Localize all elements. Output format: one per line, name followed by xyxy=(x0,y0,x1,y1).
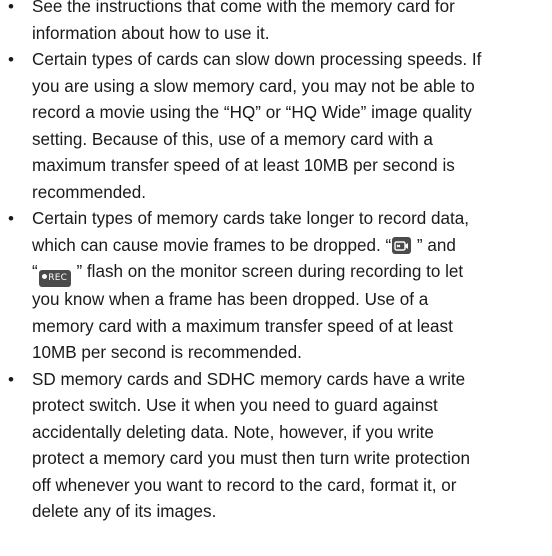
notes-list: • See the instructions that come with th… xyxy=(0,0,552,526)
text-line: information about how to use it. xyxy=(32,23,270,43)
text-line: setting. Because of this, use of a memor… xyxy=(32,129,433,149)
text-line: memory card with a maximum transfer spee… xyxy=(32,316,453,336)
bullet-icon: • xyxy=(8,209,14,228)
text-line: 10MB per second is recommended. xyxy=(32,343,302,362)
list-item: • Certain types of cards can slow down p… xyxy=(0,47,552,206)
text-fragment: ” and xyxy=(412,235,456,255)
text-line: you are using a slow memory card, you ma… xyxy=(32,76,475,96)
text-line: delete any of its images. xyxy=(32,502,217,521)
text-fragment: which can cause movie frames to be dropp… xyxy=(32,235,392,255)
camera-frame-drop-icon xyxy=(392,236,412,254)
bullet-icon: • xyxy=(8,50,14,69)
text-line: “ REC ” flash on the monitor screen durin… xyxy=(32,259,552,287)
text-line: maximum transfer speed of at least 10MB … xyxy=(32,156,455,175)
text-line: SD memory cards and SDHC memory cards ha… xyxy=(32,369,466,389)
text-line: Certain types of memory cards take longe… xyxy=(32,209,470,228)
text-line: off whenever you want to record to the c… xyxy=(32,475,457,495)
text-fragment: ” flash on the monitor screen during rec… xyxy=(71,262,464,281)
list-item: • See the instructions that come with th… xyxy=(0,0,552,47)
rec-dot-icon xyxy=(42,274,48,279)
rec-label: REC xyxy=(48,273,68,283)
text-fragment: “ xyxy=(32,262,38,281)
bullet-icon: • xyxy=(8,369,14,389)
text-line: recommended. xyxy=(32,182,147,202)
text-line: which can cause movie frames to be dropp… xyxy=(32,233,552,260)
text-line: See the instructions that come with the … xyxy=(32,0,455,16)
list-item: • SD memory cards and SDHC memory cards … xyxy=(0,367,552,526)
text-line: protect a memory card you must then turn… xyxy=(32,449,470,468)
bullet-icon: • xyxy=(8,0,14,16)
text-line: protect switch. Use it when you need to … xyxy=(32,396,438,415)
text-line: accidentally deleting data. Note, howeve… xyxy=(32,422,434,442)
rec-indicator-icon: REC xyxy=(38,270,71,287)
list-item: • Certain types of memory cards take lon… xyxy=(0,206,552,367)
document-body: • See the instructions that come with th… xyxy=(0,0,552,526)
text-line: you know when a frame has been dropped. … xyxy=(32,290,429,309)
text-line: Certain types of cards can slow down pro… xyxy=(32,50,482,69)
text-line: record a movie using the “HQ” or “HQ Wid… xyxy=(32,103,472,122)
